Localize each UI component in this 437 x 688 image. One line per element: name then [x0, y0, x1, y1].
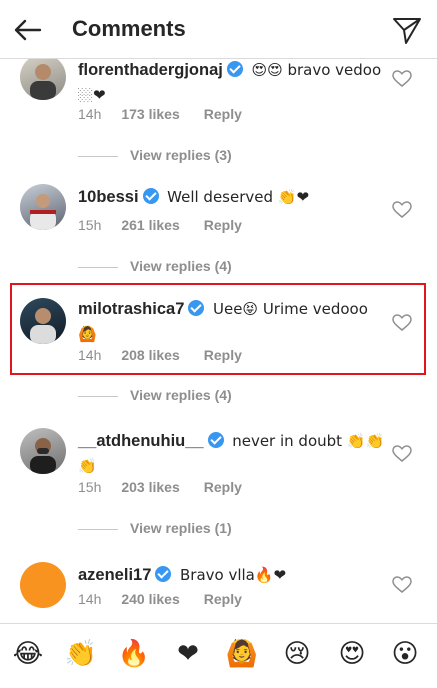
comment-username[interactable]: florenthadergjonaj [78, 61, 223, 79]
comment-time: 15h [78, 217, 102, 233]
comment-text: Bravo vlla🔥❤ [179, 566, 287, 584]
view-replies-label[interactable]: View replies (4) [130, 387, 232, 403]
replies-divider [78, 266, 118, 268]
view-replies[interactable]: View replies (4) [78, 258, 232, 274]
reply-button[interactable]: Reply [204, 479, 242, 495]
emoji-fire-button[interactable]: 🔥 [114, 634, 154, 674]
highlight-box [10, 283, 426, 375]
comment-likes[interactable]: 203 likes [121, 479, 179, 495]
comment-likes[interactable]: 240 likes [121, 591, 179, 607]
avatar[interactable] [20, 58, 66, 100]
verified-badge-icon [155, 566, 172, 582]
comment-meta: 15h 203 likes Reply [78, 479, 266, 495]
like-heart-icon[interactable] [392, 70, 412, 88]
emoji-crying-button[interactable]: 😢 [277, 634, 317, 674]
view-replies-label[interactable]: View replies (1) [130, 520, 232, 536]
view-replies-label[interactable]: View replies (4) [130, 258, 232, 274]
emoji-heart-eyes-button[interactable]: 😍 [332, 634, 372, 674]
comment-username[interactable]: 10bessi [78, 188, 139, 206]
emoji-tears-of-joy-button[interactable]: 😂 [8, 634, 48, 674]
comment-time: 15h [78, 479, 102, 495]
emoji-clap-button[interactable]: 👏 [61, 634, 101, 674]
avatar[interactable] [20, 184, 66, 230]
like-heart-icon[interactable] [392, 201, 412, 219]
emoji-gesture-button[interactable]: 🙆 [222, 634, 262, 674]
comment-likes[interactable]: 261 likes [121, 217, 179, 233]
reply-button[interactable]: Reply [204, 591, 242, 607]
comment-likes[interactable]: 173 likes [121, 106, 179, 122]
verified-badge-icon [142, 188, 159, 204]
back-arrow-icon[interactable] [12, 14, 44, 46]
emoji-quick-bar: 😂 👏 🔥 ❤ 🙆 😢 😍 😮 [0, 623, 437, 688]
replies-divider [78, 395, 118, 397]
emoji-heart-button[interactable]: ❤ [168, 634, 208, 674]
page-title: Comments [72, 16, 186, 41]
comment-username[interactable]: __atdhenuhiu__ [78, 432, 204, 450]
comment-meta: 14h 173 likes Reply [78, 106, 266, 122]
replies-divider [78, 155, 118, 157]
comment-meta: 14h 240 likes Reply [78, 591, 266, 607]
comment-time: 14h [78, 106, 102, 122]
direct-send-icon[interactable] [391, 14, 423, 46]
header: Comments [0, 0, 437, 59]
reply-button[interactable]: Reply [204, 106, 242, 122]
verified-badge-icon [226, 61, 243, 77]
avatar[interactable] [20, 562, 66, 608]
view-replies-label[interactable]: View replies (3) [130, 147, 232, 163]
replies-divider [78, 528, 118, 530]
emoji-surprised-button[interactable]: 😮 [385, 634, 425, 674]
comment-time: 14h [78, 591, 102, 607]
view-replies[interactable]: View replies (3) [78, 147, 232, 163]
view-replies[interactable]: View replies (1) [78, 520, 232, 536]
reply-button[interactable]: Reply [204, 217, 242, 233]
like-heart-icon[interactable] [392, 576, 412, 594]
comment-meta: 15h 261 likes Reply [78, 217, 266, 233]
view-replies[interactable]: View replies (4) [78, 387, 232, 403]
comment-username[interactable]: azeneli17 [78, 566, 151, 584]
verified-badge-icon [207, 432, 224, 448]
avatar[interactable] [20, 428, 66, 474]
like-heart-icon[interactable] [392, 445, 412, 463]
comment-text: Well deserved 👏❤ [167, 188, 310, 206]
